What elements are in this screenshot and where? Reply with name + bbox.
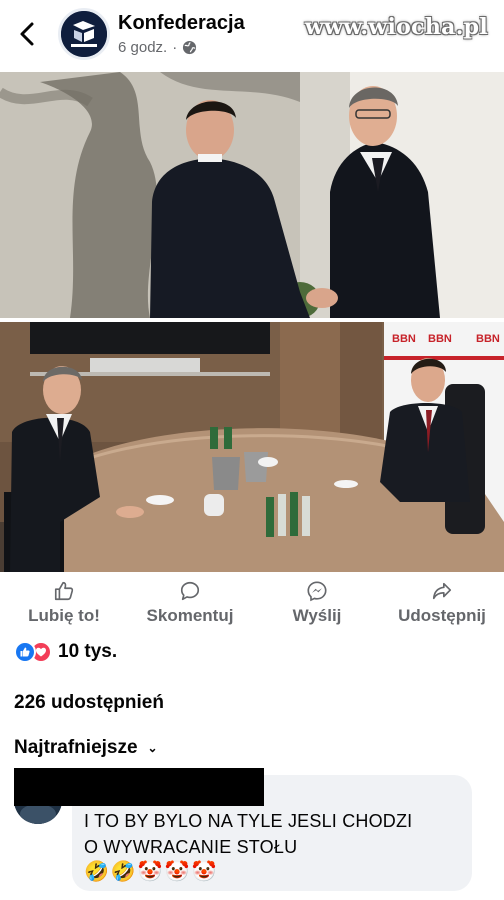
post-photo-handshake[interactable] xyxy=(0,72,504,318)
page-name[interactable]: Konfederacja xyxy=(118,12,245,35)
send-label: Wyślij xyxy=(292,606,342,625)
messenger-icon xyxy=(307,581,327,602)
like-reaction-icon xyxy=(14,641,36,663)
chevron-left-icon xyxy=(20,22,34,46)
chevron-down-icon: ⌄ xyxy=(147,741,158,755)
send-button[interactable]: Wyślij xyxy=(278,574,356,630)
meta-separator: · xyxy=(172,39,178,56)
like-label: Lubię to! xyxy=(28,606,100,625)
post-photo-meeting[interactable]: BBN BBN BBN xyxy=(0,322,504,572)
comment-text: I TO BY BYLO NA TYLE JESLI CHODZI O WYWR… xyxy=(84,808,464,860)
comment-label: Skomentuj xyxy=(146,606,234,625)
bbn-logo-2: BBN xyxy=(428,333,452,345)
handshake-scene xyxy=(0,72,504,318)
thumbs-up-icon xyxy=(54,581,74,601)
post-meta: 6 godz. · xyxy=(118,39,197,56)
share-icon xyxy=(432,582,452,600)
comment-line-2: O WYWRACANIE STOŁU xyxy=(84,837,298,857)
share-label: Udostępnij xyxy=(398,606,486,625)
post-header: Konfederacja 6 godz. · www.wiocha.pl xyxy=(0,0,504,72)
reactions-count: 10 tys. xyxy=(58,641,118,662)
bbn-logo-1: BBN xyxy=(392,333,416,345)
meeting-scene: BBN BBN BBN xyxy=(0,322,504,572)
konfederacja-logo xyxy=(61,11,107,57)
watermark: www.wiocha.pl xyxy=(304,14,488,40)
post-actions: Lubię to! Skomentuj Wyślij Udostępnij xyxy=(0,574,504,630)
like-button[interactable]: Lubię to! xyxy=(14,574,114,630)
back-button[interactable] xyxy=(14,18,42,50)
reactions-summary[interactable]: 10 tys. xyxy=(14,640,117,664)
sort-label: Najtrafniejsze xyxy=(14,737,138,758)
share-button[interactable]: Udostępnij xyxy=(386,574,498,630)
comment-sort-dropdown[interactable]: Najtrafniejsze ⌄ xyxy=(14,737,158,759)
globe-icon xyxy=(183,40,197,55)
redaction-bar xyxy=(14,768,264,806)
page-avatar[interactable] xyxy=(58,8,110,60)
bbn-logo-3: BBN xyxy=(476,333,500,345)
post-time[interactable]: 6 godz. xyxy=(118,39,167,56)
comment-icon xyxy=(180,581,200,601)
comment-line-1: I TO BY BYLO NA TYLE JESLI CHODZI xyxy=(84,811,413,831)
shares-count[interactable]: 226 udostępnień xyxy=(14,692,164,714)
comment-emojis: 🤣🤣🤡🤡🤡 xyxy=(84,861,219,883)
comment-button[interactable]: Skomentuj xyxy=(136,574,244,630)
